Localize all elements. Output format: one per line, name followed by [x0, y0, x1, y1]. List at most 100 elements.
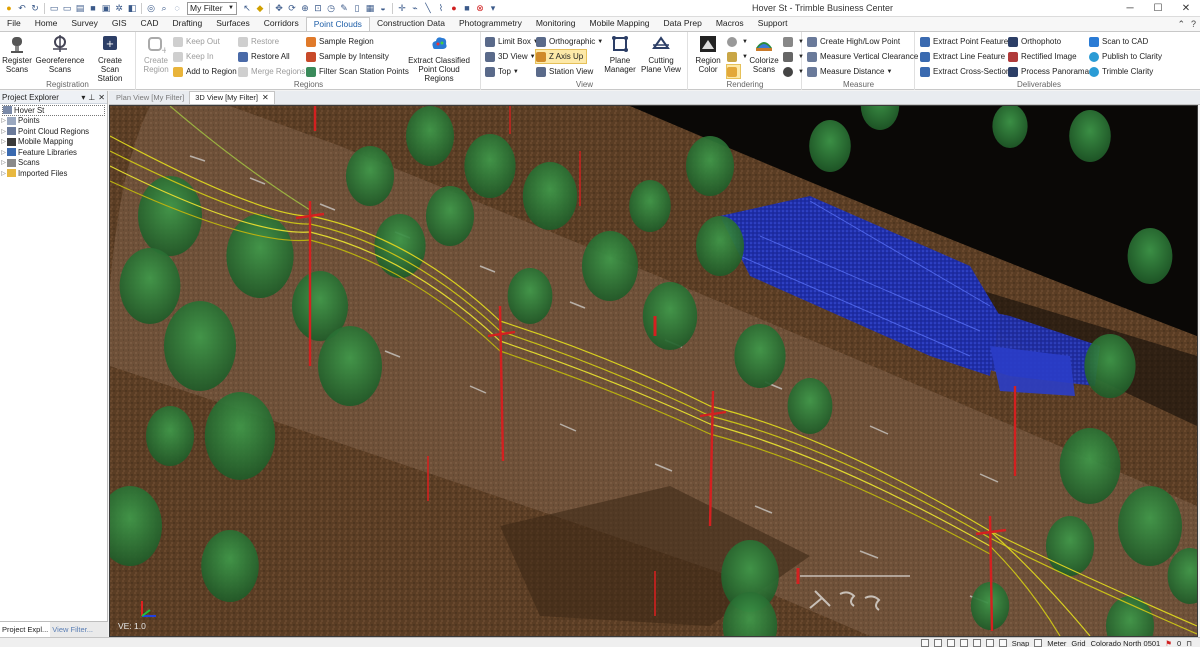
plane-manager-button[interactable]: Plane Manager: [604, 34, 636, 74]
grid-label[interactable]: Grid: [1071, 639, 1085, 647]
status-coordinates-icon[interactable]: [985, 639, 994, 647]
record-icon[interactable]: ●: [448, 2, 460, 14]
zoom-extents-icon[interactable]: ◎: [145, 2, 157, 14]
shading-icon[interactable]: ◒: [377, 2, 389, 14]
measure-distance-button[interactable]: Measure Distance ▼: [807, 65, 892, 78]
customize-toolbar-icon[interactable]: ▾: [487, 2, 499, 14]
extract-point-feature-button[interactable]: Extract Point Feature: [920, 35, 1008, 48]
register-scans-button[interactable]: Register Scans: [2, 34, 32, 74]
zoom-in-icon[interactable]: ⊕: [299, 2, 311, 14]
measure-icon[interactable]: ◷: [325, 2, 337, 14]
coordinate-icon[interactable]: ✛: [396, 2, 408, 14]
extract-line-feature-button[interactable]: Extract Line Feature: [920, 50, 1005, 63]
station-view-button[interactable]: Station View: [536, 65, 593, 78]
region-color-button[interactable]: Region Color: [693, 34, 723, 74]
tab-corridors[interactable]: Corridors: [257, 17, 306, 31]
tree-root-project[interactable]: Hover St: [2, 105, 105, 116]
open-project-icon[interactable]: ▭: [61, 2, 73, 14]
filter-scan-station-points-button[interactable]: Filter Scan Station Points: [306, 65, 409, 78]
status-select-icon[interactable]: [920, 639, 929, 647]
close-panel-icon[interactable]: ✕: [98, 93, 105, 102]
view-filter-select[interactable]: My Filter ▼: [187, 1, 237, 15]
expand-icon[interactable]: ▷: [0, 138, 7, 145]
edit-icon[interactable]: ✎: [338, 2, 350, 14]
orthographic-button[interactable]: Orthographic ▼: [536, 35, 603, 48]
close-icon[interactable]: ✕: [1172, 0, 1200, 17]
keep-in-button[interactable]: Keep In: [173, 50, 214, 63]
expand-icon[interactable]: ▷: [0, 149, 7, 156]
tree-item-mobile-mapping[interactable]: ▷ Mobile Mapping: [0, 137, 107, 148]
settings-gear-icon[interactable]: ✲: [113, 2, 125, 14]
rectified-image-button[interactable]: Rectified Image: [1008, 50, 1077, 63]
tab-data-prep[interactable]: Data Prep: [657, 17, 709, 31]
units-label[interactable]: Meter: [1047, 639, 1066, 647]
tab-plan-view[interactable]: Plan View [My Filter]: [111, 91, 189, 104]
open-folder-icon[interactable]: ▤: [74, 2, 86, 14]
panel-dropdown-icon[interactable]: ▾: [81, 93, 85, 102]
tab-view-filter[interactable]: View Filter...: [50, 622, 95, 637]
tab-monitoring[interactable]: Monitoring: [529, 17, 583, 31]
status-measure-icon[interactable]: [972, 639, 981, 647]
snap-toggle[interactable]: Snap: [1012, 639, 1030, 647]
print-icon[interactable]: ▣: [100, 2, 112, 14]
help-icon[interactable]: ?: [1191, 17, 1196, 31]
create-region-button[interactable]: + Create Region: [141, 34, 171, 74]
measure-vertical-clearance-button[interactable]: Measure Vertical Clearance: [807, 50, 918, 63]
close-tab-icon[interactable]: ✕: [262, 92, 269, 104]
sample-region-button[interactable]: Sample Region: [306, 35, 374, 48]
minimize-icon[interactable]: ─: [1116, 0, 1144, 17]
highlight-render-toggle[interactable]: [726, 64, 741, 79]
tree-item-scans[interactable]: ▷ Scans: [0, 158, 107, 169]
render-option-dropdown-3[interactable]: ▼: [783, 65, 804, 78]
polyline-icon[interactable]: ⌇: [435, 2, 447, 14]
tab-surfaces[interactable]: Surfaces: [209, 17, 257, 31]
expand-icon[interactable]: ▷: [0, 159, 7, 166]
tab-support[interactable]: Support: [751, 17, 795, 31]
colorize-scans-button[interactable]: Colorize Scans: [749, 34, 779, 74]
render-option-dropdown-2[interactable]: ▼: [783, 50, 804, 63]
status-snap-mode-icon[interactable]: [933, 639, 942, 647]
tree-item-points[interactable]: ▷ Points: [0, 116, 107, 127]
render-option-dropdown-1[interactable]: ▼: [783, 35, 804, 48]
tree-item-point-cloud-regions[interactable]: ▷ Point Cloud Regions: [0, 126, 107, 137]
tree-item-feature-libraries[interactable]: ▷ Feature Libraries: [0, 147, 107, 158]
tab-gis[interactable]: GIS: [105, 17, 134, 31]
sample-by-intensity-button[interactable]: Sample by Intensity: [306, 50, 389, 63]
trimble-clarity-button[interactable]: Trimble Clarity: [1089, 65, 1153, 78]
3d-viewport[interactable]: VE: 1.0: [109, 105, 1198, 637]
create-high-low-point-button[interactable]: Create High/Low Point: [807, 35, 900, 48]
page-icon[interactable]: ▯: [351, 2, 363, 14]
tab-drafting[interactable]: Drafting: [165, 17, 209, 31]
process-panoramas-button[interactable]: Process Panoramas: [1008, 65, 1093, 78]
undo-icon[interactable]: ↶: [16, 2, 28, 14]
orbit-icon[interactable]: ⟳: [286, 2, 298, 14]
tab-construction-data[interactable]: Construction Data: [370, 17, 452, 31]
z-axis-up-button[interactable]: Z Axis Up: [534, 49, 588, 64]
status-ortho-icon[interactable]: [946, 639, 955, 647]
line-tool-icon[interactable]: ╲: [422, 2, 434, 14]
layer-icon[interactable]: ◆: [254, 2, 266, 14]
tab-photogrammetry[interactable]: Photogrammetry: [452, 17, 529, 31]
georeference-scans-button[interactable]: Georeference Scans: [36, 34, 84, 74]
export-icon[interactable]: ◧: [126, 2, 138, 14]
keep-out-button[interactable]: Keep Out: [173, 35, 220, 48]
tab-survey[interactable]: Survey: [64, 17, 104, 31]
zoom-window-icon[interactable]: ⊡: [312, 2, 324, 14]
tab-file[interactable]: File: [0, 17, 28, 31]
restore-button[interactable]: Restore: [238, 35, 279, 48]
delete-icon[interactable]: ⊗: [474, 2, 486, 14]
merge-regions-button[interactable]: Merge Regions: [238, 65, 305, 78]
tab-3d-view[interactable]: 3D View [My Filter] ✕: [189, 91, 275, 104]
extract-cross-sections-button[interactable]: Extract Cross-Sections: [920, 65, 1014, 78]
view-filter-icon[interactable]: ◌: [171, 2, 183, 14]
tree-item-imported-files[interactable]: ▷ Imported Files: [0, 168, 107, 179]
coordinate-system-label[interactable]: Colorado North 0501: [1091, 639, 1161, 647]
top-view-button[interactable]: Top ▼: [485, 65, 519, 78]
flag-icon[interactable]: ⚑: [1165, 639, 1172, 647]
expand-icon[interactable]: ▷: [0, 117, 7, 124]
grid-toggle-icon[interactable]: ▦: [364, 2, 376, 14]
maximize-icon[interactable]: ☐: [1144, 0, 1172, 17]
3d-view-button[interactable]: 3D View ▼: [485, 50, 536, 63]
tab-mobile-mapping[interactable]: Mobile Mapping: [583, 17, 657, 31]
status-grid-icon[interactable]: [959, 639, 968, 647]
